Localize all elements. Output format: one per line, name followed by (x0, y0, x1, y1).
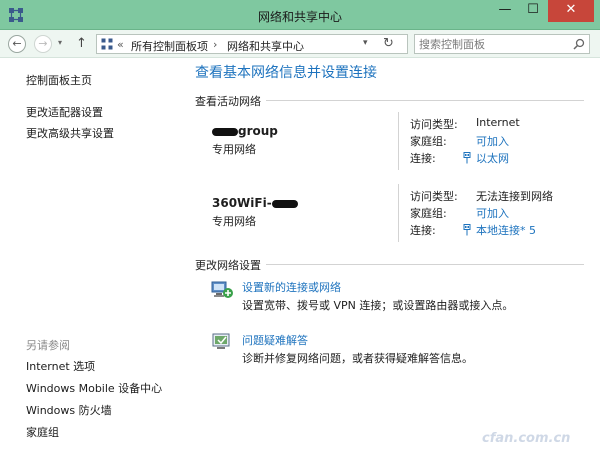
homegroup-join-link[interactable]: 可加入 (476, 205, 509, 221)
network-divider (398, 112, 399, 170)
address-bar[interactable]: « 所有控制面板项 › 网络和共享中心 ▾ ↻ (96, 34, 408, 54)
address-dropdown-button[interactable]: ▾ (363, 38, 368, 48)
task-description: 诊断并修复网络问题，或者获得疑难解答信息。 (242, 352, 473, 365)
troubleshoot-icon (212, 333, 230, 349)
breadcrumb-item[interactable]: 网络和共享中心 (227, 38, 304, 54)
change-adapter-settings-link[interactable]: 更改适配器设置 (26, 104, 103, 120)
ethernet-icon (463, 224, 471, 236)
ethernet-connection-link[interactable]: 以太网 (463, 150, 509, 166)
redacted-text (212, 127, 238, 136)
network-category: 专用网络 (212, 215, 256, 228)
new-connection-icon (211, 281, 233, 298)
page-title: 查看基本网络信息并设置连接 (195, 65, 377, 81)
homegroup-join-link[interactable]: 可加入 (476, 133, 509, 149)
minimize-button[interactable]: — (492, 0, 518, 22)
change-settings-heading: 更改网络设置 (195, 259, 261, 272)
section-divider (266, 100, 584, 101)
access-type-label: 访问类型: (410, 190, 458, 203)
network-category: 专用网络 (212, 143, 256, 156)
access-type-value: 无法连接到网络 (476, 190, 553, 203)
change-advanced-sharing-link[interactable]: 更改高级共享设置 (26, 125, 114, 141)
network-divider (398, 184, 399, 242)
up-button[interactable]: ↑ (76, 36, 87, 51)
setup-new-connection-link[interactable]: 设置新的连接或网络 (242, 279, 341, 295)
control-panel-home-link[interactable]: 控制面板主页 (26, 72, 92, 88)
access-type-value: Internet (476, 116, 520, 129)
redacted-text (271, 199, 298, 208)
homegroup-label: 家庭组: (410, 135, 447, 148)
breadcrumb-overflow[interactable]: « (117, 38, 124, 51)
ethernet-icon (463, 152, 471, 164)
forward-button[interactable]: → (34, 35, 52, 53)
breadcrumb-item[interactable]: 所有控制面板项 (131, 38, 208, 54)
troubleshoot-link[interactable]: 问题疑难解答 (242, 332, 308, 348)
breadcrumb-separator[interactable]: › (213, 38, 217, 51)
windows-firewall-link[interactable]: Windows 防火墙 (26, 402, 112, 418)
maximize-button[interactable]: ☐ (520, 0, 546, 22)
homegroup-link[interactable]: 家庭组 (26, 424, 59, 440)
windows-mobile-center-link[interactable]: Windows Mobile 设备中心 (26, 380, 162, 396)
back-button[interactable]: ← (8, 35, 26, 53)
control-panel-icon (101, 38, 113, 50)
network-name: group (212, 124, 278, 138)
access-type-label: 访问类型: (410, 118, 458, 131)
search-icon[interactable] (573, 38, 585, 50)
connection-label: 连接: (410, 224, 436, 237)
active-networks-heading: 查看活动网络 (195, 95, 261, 108)
connection-label: 连接: (410, 152, 436, 165)
homegroup-label: 家庭组: (410, 207, 447, 220)
network-name: 360WiFi- (212, 196, 298, 210)
recent-locations-button[interactable]: ▾ (58, 38, 62, 47)
internet-options-link[interactable]: Internet 选项 (26, 358, 95, 374)
search-input[interactable] (419, 37, 569, 51)
title-bar: 网络和共享中心 — ☐ ✕ (0, 0, 600, 30)
navigation-bar: ← → ▾ ↑ « 所有控制面板项 › 网络和共享中心 ▾ ↻ (0, 30, 600, 58)
search-box[interactable] (414, 34, 590, 54)
local-connection-link[interactable]: 本地连接* 5 (463, 222, 536, 238)
close-button[interactable]: ✕ (548, 0, 594, 22)
refresh-button[interactable]: ↻ (383, 36, 394, 51)
section-divider (266, 264, 584, 265)
task-description: 设置宽带、拨号或 VPN 连接；或设置路由器或接入点。 (242, 299, 514, 312)
see-also-heading: 另请参阅 (26, 339, 70, 352)
watermark: cfan.com.cn (482, 431, 571, 446)
